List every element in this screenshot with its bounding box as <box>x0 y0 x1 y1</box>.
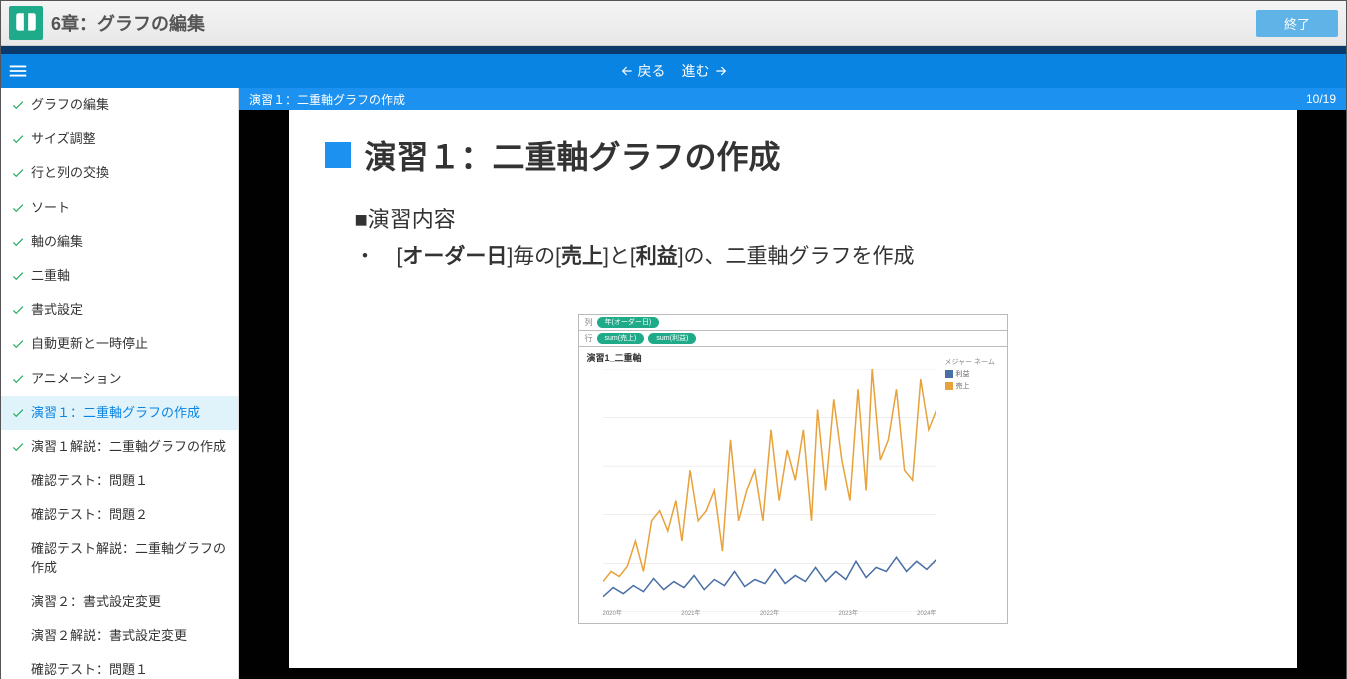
check-icon <box>11 166 25 180</box>
check-icon <box>11 440 25 454</box>
sidebar-item[interactable]: 演習２：書式設定変更 <box>1 585 238 619</box>
breadcrumb-title: 演習１：二重軸グラフの作成 <box>249 91 405 108</box>
chart-plot-icon <box>603 369 937 612</box>
check-icon <box>11 337 25 351</box>
slide-title: 演習１：二重軸グラフの作成 <box>325 132 1261 178</box>
sidebar-item-label: 行と列の交換 <box>31 164 109 182</box>
page-counter: 10/19 <box>1306 92 1336 106</box>
sidebar-item[interactable]: 書式設定 <box>1 293 238 327</box>
sidebar-item[interactable]: ソート <box>1 191 238 225</box>
sidebar[interactable]: グラフの編集サイズ調整行と列の交換ソート軸の編集二重軸書式設定自動更新と一時停止… <box>1 88 239 679</box>
row-pill-1: sum(売上) <box>597 333 645 344</box>
sidebar-item-label: 二重軸 <box>31 267 70 285</box>
divider <box>1 46 1346 54</box>
sidebar-item-label: 演習１解説：二重軸グラフの作成 <box>31 438 226 456</box>
chart-legend: メジャー ネーム 利益 売上 <box>945 357 1003 393</box>
check-icon <box>11 372 25 386</box>
hamburger-menu-button[interactable] <box>1 54 35 88</box>
main-content: 演習１：二重軸グラフの作成 10/19 演習１：二重軸グラフの作成 ■演習内容 … <box>239 88 1346 679</box>
sidebar-item-label: 確認テスト：問題２ <box>31 506 148 524</box>
sidebar-item-label: サイズ調整 <box>31 130 96 148</box>
sidebar-item-label: グラフの編集 <box>31 96 109 114</box>
sidebar-item-label: 確認テスト：問題１ <box>31 472 148 490</box>
sidebar-item[interactable]: アニメーション <box>1 362 238 396</box>
sidebar-item[interactable]: 確認テスト：問題１ <box>1 653 238 679</box>
finish-button[interactable]: 終了 <box>1256 10 1338 37</box>
back-button[interactable]: 戻る <box>620 61 666 81</box>
slide-area: 演習１：二重軸グラフの作成 ■演習内容 ・ [オーダー日]毎の[売上]と[利益]… <box>239 110 1346 679</box>
sidebar-item[interactable]: サイズ調整 <box>1 122 238 156</box>
check-icon <box>11 201 25 215</box>
sidebar-item-label: 自動更新と一時停止 <box>31 335 148 353</box>
back-label: 戻る <box>638 61 666 81</box>
sidebar-item-label: ソート <box>31 199 70 217</box>
sidebar-item-label: 演習２解説：書式設定変更 <box>31 627 187 645</box>
book-logo-icon <box>9 6 43 40</box>
check-icon <box>11 269 25 283</box>
sidebar-item[interactable]: 演習２解説：書式設定変更 <box>1 619 238 653</box>
check-icon <box>11 406 25 420</box>
sidebar-item[interactable]: 確認テスト：問題１ <box>1 464 238 498</box>
forward-button[interactable]: 進む <box>682 61 728 81</box>
arrow-left-icon <box>620 64 634 78</box>
sidebar-item-label: 演習２：書式設定変更 <box>31 593 161 611</box>
sidebar-item[interactable]: 二重軸 <box>1 259 238 293</box>
column-pill: 年(オーダー日) <box>597 317 660 328</box>
breadcrumb: 演習１：二重軸グラフの作成 10/19 <box>239 88 1346 110</box>
sidebar-item-label: 書式設定 <box>31 301 83 319</box>
chart-thumbnail: 列年(オーダー日) 行sum(売上)sum(利益) 演習1_二重軸 メジャー ネ… <box>578 314 1008 624</box>
slide: 演習１：二重軸グラフの作成 ■演習内容 ・ [オーダー日]毎の[売上]と[利益]… <box>289 110 1297 668</box>
sidebar-item-label: 確認テスト解説：二重軸グラフの作成 <box>31 540 228 576</box>
sidebar-item[interactable]: 自動更新と一時停止 <box>1 327 238 361</box>
sidebar-item-label: 演習１：二重軸グラフの作成 <box>31 404 200 422</box>
slide-bullet: ・ [オーダー日]毎の[売上]と[利益]の、二重軸グラフを作成 <box>355 240 1261 274</box>
sidebar-item[interactable]: 確認テスト：問題２ <box>1 498 238 532</box>
navbar: 戻る 進む <box>1 54 1346 88</box>
sidebar-item[interactable]: 軸の編集 <box>1 225 238 259</box>
sidebar-item-label: アニメーション <box>31 370 121 388</box>
header: 6章：グラフの編集 終了 <box>1 1 1346 46</box>
chart-mini-title: 演習1_二重軸 <box>579 347 1007 368</box>
check-icon <box>11 132 25 146</box>
slide-subtitle: ■演習内容 <box>355 202 1261 234</box>
chart-x-ticks: 2020年2021年2022年2023年2024年 <box>603 608 937 617</box>
row-pill-2: sum(利益) <box>648 333 696 344</box>
sidebar-item[interactable]: 行と列の交換 <box>1 156 238 190</box>
check-icon <box>11 235 25 249</box>
sidebar-item-label: 軸の編集 <box>31 233 83 251</box>
sidebar-item-label: 確認テスト：問題１ <box>31 661 148 679</box>
forward-label: 進む <box>682 61 710 81</box>
sidebar-item[interactable]: 演習１解説：二重軸グラフの作成 <box>1 430 238 464</box>
sidebar-item[interactable]: グラフの編集 <box>1 88 238 122</box>
sidebar-item[interactable]: 演習１：二重軸グラフの作成 <box>1 396 238 430</box>
sidebar-item[interactable]: 確認テスト解説：二重軸グラフの作成 <box>1 532 238 584</box>
page-title: 6章：グラフの編集 <box>51 10 205 36</box>
check-icon <box>11 98 25 112</box>
arrow-right-icon <box>714 64 728 78</box>
check-icon <box>11 303 25 317</box>
